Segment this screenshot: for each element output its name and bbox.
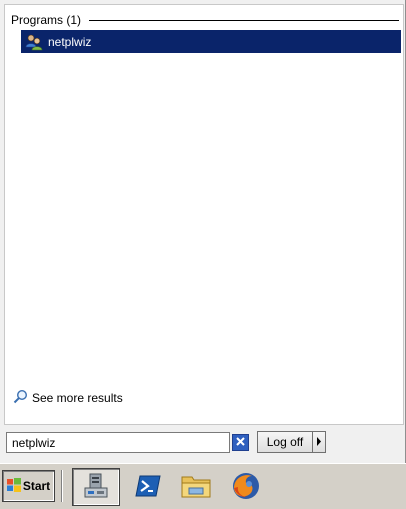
see-more-results-label: See more results <box>32 391 123 405</box>
firefox-icon <box>230 470 262 505</box>
start-menu: Programs (1) netplwiz See more results n… <box>0 0 406 463</box>
group-divider <box>89 19 399 21</box>
result-item-netplwiz[interactable]: netplwiz <box>21 30 401 53</box>
windows-logo-icon <box>6 477 21 495</box>
search-input-value: netplwiz <box>12 435 56 450</box>
start-label: Start <box>22 479 51 493</box>
powershell-icon <box>133 471 163 504</box>
search-icon <box>13 389 28 407</box>
taskbar: Start <box>0 463 406 509</box>
taskbar-separator <box>61 470 63 502</box>
programs-group-header[interactable]: Programs (1) <box>11 12 399 28</box>
users-icon <box>25 33 43 51</box>
result-item-label: netplwiz <box>48 34 92 49</box>
taskbar-server-manager-button[interactable] <box>72 468 120 506</box>
start-button[interactable]: Start <box>2 470 55 502</box>
file-explorer-icon <box>180 471 212 504</box>
search-results-pane: Programs (1) netplwiz See more results <box>4 4 404 425</box>
programs-group-title: Programs (1) <box>11 13 82 27</box>
taskbar-firefox-button[interactable] <box>222 468 270 506</box>
see-more-results-link[interactable]: See more results <box>13 389 123 407</box>
chevron-right-icon <box>316 435 322 449</box>
search-input[interactable]: netplwiz <box>6 432 230 453</box>
shutdown-options-button[interactable] <box>313 431 326 453</box>
clear-search-button[interactable] <box>232 434 249 451</box>
server-manager-icon <box>81 471 111 504</box>
log-off-button[interactable]: Log off <box>257 431 313 453</box>
taskbar-file-explorer-button[interactable] <box>172 468 220 506</box>
close-icon <box>235 436 246 450</box>
taskbar-powershell-button[interactable] <box>124 468 172 506</box>
